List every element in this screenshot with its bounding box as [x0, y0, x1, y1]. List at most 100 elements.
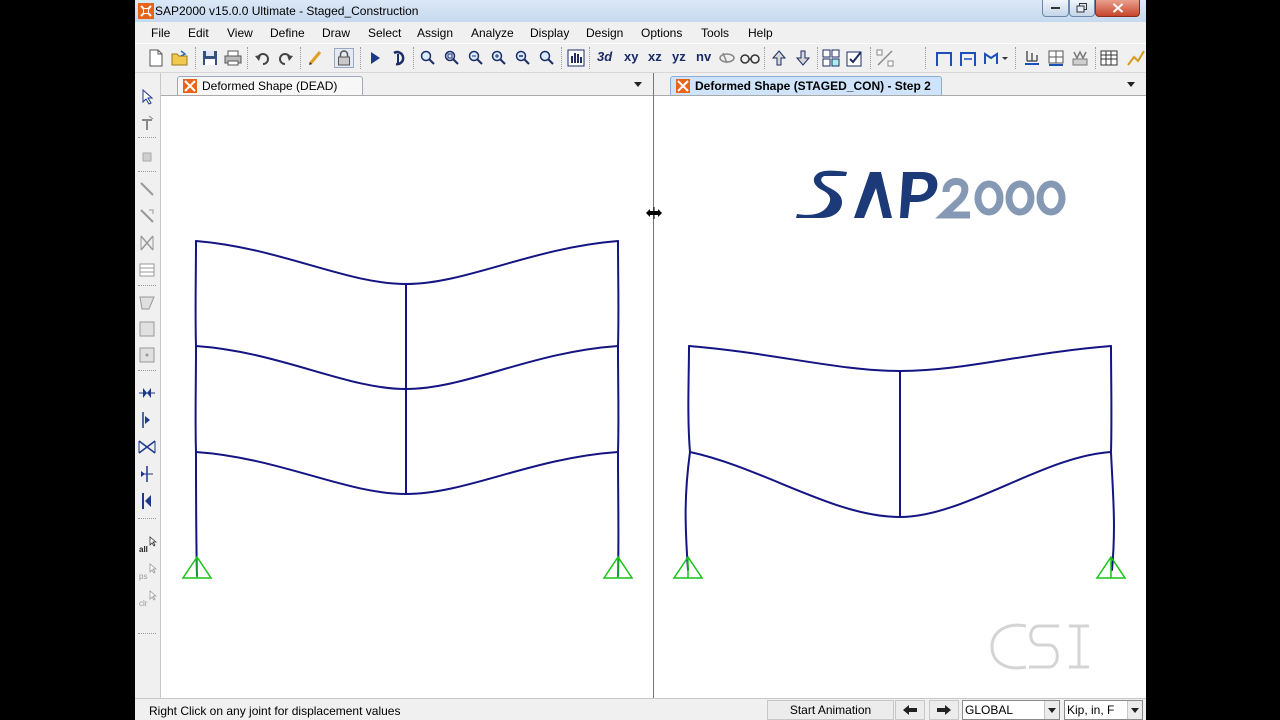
rotate-view-icon — [719, 52, 735, 64]
window-list-dropdown-icon[interactable] — [631, 77, 645, 91]
draw-nllink-button[interactable] — [137, 437, 157, 457]
pointer-button[interactable] — [137, 87, 157, 107]
quick-draw-frame-button[interactable] — [137, 206, 157, 226]
left-model-canvas[interactable] — [161, 96, 653, 698]
menu-display[interactable]: Display — [530, 26, 569, 40]
coordinate-system-select[interactable]: GLOBAL — [962, 700, 1060, 720]
menu-draw[interactable]: Draw — [322, 26, 350, 40]
lock-model-button[interactable] — [334, 48, 354, 68]
toolbar-separator — [247, 47, 249, 69]
draw-frame-button[interactable] — [934, 48, 954, 68]
next-step-button[interactable] — [929, 700, 959, 720]
view-nv-button[interactable]: nv — [696, 49, 711, 64]
menu-edit[interactable]: Edit — [188, 26, 209, 40]
view-xz-button[interactable]: xz — [648, 49, 662, 64]
right-model-canvas[interactable] — [654, 96, 1146, 698]
undo-button[interactable] — [252, 48, 272, 68]
new-model-button[interactable] — [146, 48, 166, 68]
menu-assign[interactable]: Assign — [417, 26, 453, 40]
draw-frame-section-button[interactable] — [958, 48, 978, 68]
clear-selection-button[interactable]: clr — [137, 590, 157, 610]
previous-step-button[interactable] — [895, 700, 925, 720]
toolbar-separator — [195, 47, 197, 69]
brace-icon — [140, 235, 154, 251]
assign-joint-restraints-button[interactable] — [1022, 48, 1042, 68]
view-3d-button[interactable]: 3d — [597, 49, 612, 64]
sap2000-window-icon — [676, 79, 690, 93]
menu-select[interactable]: Select — [368, 26, 401, 40]
close-button[interactable] — [1095, 0, 1140, 17]
table-icon — [1100, 50, 1118, 66]
toolbar-separator — [925, 47, 927, 69]
view-yz-button[interactable]: yz — [672, 49, 686, 64]
menu-help[interactable]: Help — [748, 26, 773, 40]
shrink-objects-button[interactable] — [875, 48, 895, 68]
zoom-out-button[interactable] — [513, 48, 533, 68]
deformed-shape-dead-window: Deformed Shape (DEAD) — [161, 73, 654, 698]
get-previous-selection-side-button[interactable]: ps — [137, 563, 157, 583]
draw-special-button[interactable] — [983, 48, 1009, 68]
perspective-toggle-button[interactable] — [740, 48, 760, 68]
draw-section-cut-button[interactable] — [137, 464, 157, 484]
set-display-options-button[interactable] — [845, 48, 865, 68]
minimize-button[interactable] — [1042, 0, 1069, 17]
save-button[interactable] — [200, 48, 220, 68]
pin-support-left — [672, 555, 704, 579]
draw-support-link-button[interactable] — [137, 410, 157, 430]
reshape-button[interactable] — [137, 113, 157, 133]
frame-section-icon — [960, 52, 976, 66]
menu-analyze[interactable]: Analyze — [471, 26, 514, 40]
refresh-view-button[interactable] — [305, 48, 325, 68]
draw-joint-button[interactable] — [137, 147, 157, 167]
print-button[interactable] — [223, 48, 243, 68]
frame-icon — [936, 52, 952, 66]
open-button[interactable] — [170, 48, 190, 68]
menu-design[interactable]: Design — [586, 26, 623, 40]
select-all-button[interactable]: all — [137, 536, 157, 556]
menu-options[interactable]: Options — [641, 26, 682, 40]
draw-link-button[interactable] — [137, 383, 157, 403]
assign-frame-sections-button[interactable] — [1046, 48, 1066, 68]
pan-button[interactable] — [537, 48, 557, 68]
start-animation-button[interactable]: Start Animation — [767, 700, 894, 720]
menu-tools[interactable]: Tools — [701, 26, 729, 40]
toolbar-separator — [764, 47, 766, 69]
draw-brace-button[interactable] — [137, 233, 157, 253]
menu-file[interactable]: File — [151, 26, 170, 40]
draw-poly-area-button[interactable] — [137, 293, 157, 313]
zoom-in-button[interactable] — [489, 48, 509, 68]
get-previous-selection-button[interactable] — [821, 48, 841, 68]
pan-hand-button[interactable] — [566, 48, 586, 68]
draw-frame-line-button[interactable] — [137, 179, 157, 199]
zoom-in-icon — [491, 50, 506, 65]
units-select[interactable]: Kip, in, F — [1064, 700, 1143, 720]
menu-define[interactable]: Define — [270, 26, 305, 40]
assign-loads-button[interactable] — [1070, 48, 1090, 68]
show-deformed-shape-button[interactable] — [389, 48, 409, 68]
tab-deformed-shape-staged-con[interactable]: Deformed Shape (STAGED_CON) - Step 2 — [670, 76, 942, 95]
window-list-dropdown-icon[interactable] — [1124, 77, 1138, 91]
zoom-rubber-band-button[interactable] — [418, 48, 438, 68]
maximize-button[interactable] — [1069, 0, 1095, 17]
toolbar-separator — [360, 47, 362, 69]
new-file-icon — [149, 49, 163, 67]
pointer-icon — [142, 89, 154, 105]
section-cut-icon — [141, 466, 153, 482]
show-plot-functions-button[interactable] — [1126, 48, 1146, 68]
move-up-button[interactable] — [769, 48, 789, 68]
draw-dimension-line-button[interactable] — [137, 491, 157, 511]
move-down-button[interactable] — [793, 48, 813, 68]
draw-secondary-beam-button[interactable] — [137, 260, 157, 280]
previous-zoom-button[interactable] — [466, 48, 486, 68]
redo-button[interactable] — [276, 48, 296, 68]
view-xy-button[interactable]: xy — [624, 49, 638, 64]
quick-draw-area-button[interactable] — [137, 345, 157, 365]
dimension-icon — [142, 493, 151, 509]
tab-deformed-shape-dead[interactable]: Deformed Shape (DEAD) — [177, 76, 363, 95]
show-tables-button[interactable] — [1099, 48, 1119, 68]
draw-rect-area-button[interactable] — [137, 319, 157, 339]
run-analysis-button[interactable] — [365, 48, 385, 68]
restore-full-view-button[interactable] — [442, 48, 462, 68]
rotate-3d-button[interactable] — [717, 48, 737, 68]
menu-view[interactable]: View — [227, 26, 253, 40]
